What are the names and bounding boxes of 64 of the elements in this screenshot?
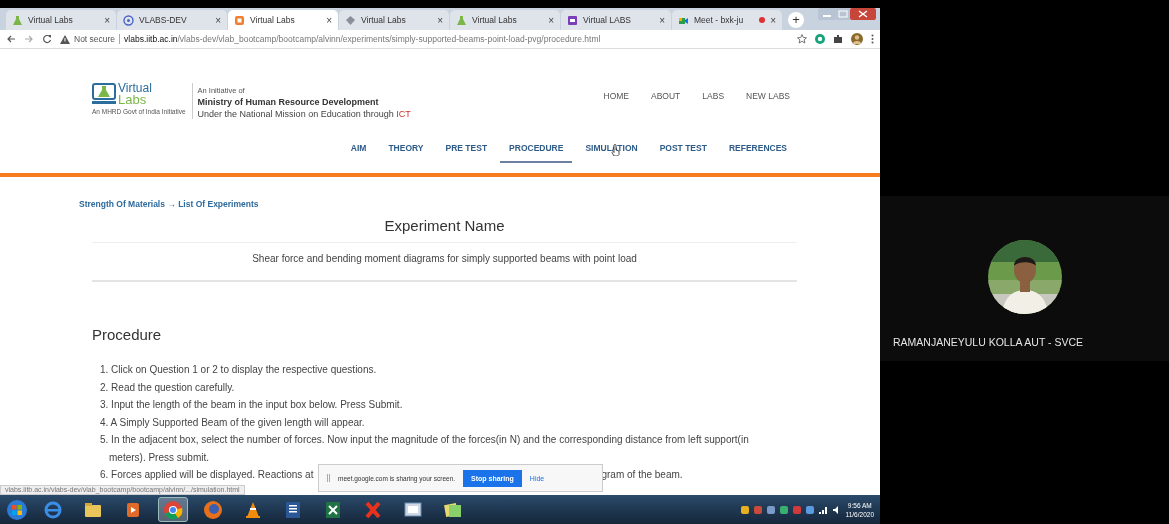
nav-link[interactable]: HOME (603, 91, 630, 125)
section-tab[interactable]: SIMULATION (576, 143, 647, 163)
gem-icon (345, 14, 356, 26)
browser-tab[interactable]: Virtual Labs × (450, 10, 560, 30)
experiment-title: Shear force and bending moment diagrams for simply supported beams with point load (92, 243, 797, 282)
profile-avatar-icon[interactable] (851, 33, 863, 45)
logo-text: Labs (118, 94, 148, 105)
start-button[interactable] (6, 498, 28, 521)
section-tab[interactable]: PRE TEST (436, 143, 497, 163)
security-label: Not secure (74, 34, 116, 44)
back-icon[interactable] (6, 34, 16, 44)
extension-circle-icon[interactable] (815, 34, 825, 44)
procedure-step-fragment: 6. Forces applied will be displayed. Reactions at (100, 468, 314, 482)
flask-icon (12, 14, 23, 26)
close-tab-button[interactable]: × (215, 14, 221, 26)
participant-name: RAMANJANEYULU KOLLA AUT - SVCE (893, 336, 1084, 348)
procedure-step: 3. Input the length of the beam in the input box below. Press Submit. (100, 396, 780, 414)
square-icon (234, 14, 245, 26)
drag-handle-icon[interactable] (327, 474, 330, 482)
section-tab[interactable]: AIM (341, 143, 376, 163)
section-tab[interactable]: PROCEDURE (500, 143, 573, 163)
close-tab-button[interactable]: × (437, 14, 443, 26)
nav-link[interactable]: LABS (702, 91, 725, 125)
browser-tab[interactable]: Virtual Labs × (339, 10, 449, 30)
browser-tab[interactable]: Virtual LABS × (561, 10, 671, 30)
procedure-step: 5. In the adjacent box, select the number of forces. Now input the magnitude of the forces(in N) and the corresponding distance from left support(in meters). Press submit. (100, 431, 780, 466)
section-heading: Procedure (92, 326, 163, 343)
square-icon (567, 14, 578, 26)
speaker-icon[interactable] (832, 505, 841, 514)
procedure-step: 1. Click on Question 1 or 2 to display the respective questions. (100, 361, 780, 379)
close-tab-button[interactable]: × (326, 14, 332, 26)
more-menu-icon[interactable] (871, 34, 874, 44)
url-text: vlabs.iitb.ac.in/vlabs-dev/vlab_bootcamp/bootcamp/alvinn/experiments/simply-supported-beams-point-load-pvg/procedure.html (124, 34, 601, 44)
browser-tab[interactable]: VLABS-DEV × (117, 10, 227, 30)
ministry-name: Ministry of Human Resource Development (197, 97, 380, 107)
warning-icon (60, 34, 70, 44)
logo-text: Virtual (118, 83, 152, 94)
flask-icon (456, 14, 467, 26)
breadcrumb-link[interactable]: Strength Of Materials → List Of Experiments (0, 199, 880, 209)
section-tab[interactable]: REFERENCES (719, 143, 796, 163)
nav-link[interactable]: NEW LABS (746, 91, 790, 125)
browser-tab[interactable]: Virtual Labs × (6, 10, 116, 30)
close-tab-button[interactable]: × (659, 14, 665, 26)
reload-icon[interactable] (42, 34, 52, 44)
close-tab-button[interactable]: × (104, 14, 110, 26)
star-icon[interactable] (797, 34, 807, 44)
chrome-style-circle-icon (162, 498, 184, 521)
section-tab[interactable]: THEORY (379, 143, 433, 163)
section-tab[interactable]: POST TEST (650, 143, 716, 163)
procedure-step: 4. A Simply Supported Beam of the given length will appear. (100, 413, 780, 431)
browser-tab[interactable]: Virtual Labs × (228, 10, 338, 30)
new-tab-button[interactable]: + (788, 12, 804, 28)
globe-icon (202, 498, 224, 521)
nav-link[interactable]: ABOUT (651, 91, 681, 125)
close-tab-button[interactable]: × (548, 14, 554, 26)
mission-text: Under the National Mission on Education through ICT (197, 109, 411, 119)
browser-tab[interactable]: Meet - bxk-ju × (672, 10, 782, 30)
signal-icon[interactable] (818, 505, 828, 514)
circle-icon (123, 14, 134, 26)
window-controls-icon[interactable] (818, 8, 876, 22)
procedure-step: 2. Read the question carefully. (100, 378, 780, 396)
section-heading: Experiment Name (92, 217, 797, 243)
monitor-flask-icon (92, 83, 116, 105)
close-tab-button[interactable]: × (770, 14, 776, 26)
